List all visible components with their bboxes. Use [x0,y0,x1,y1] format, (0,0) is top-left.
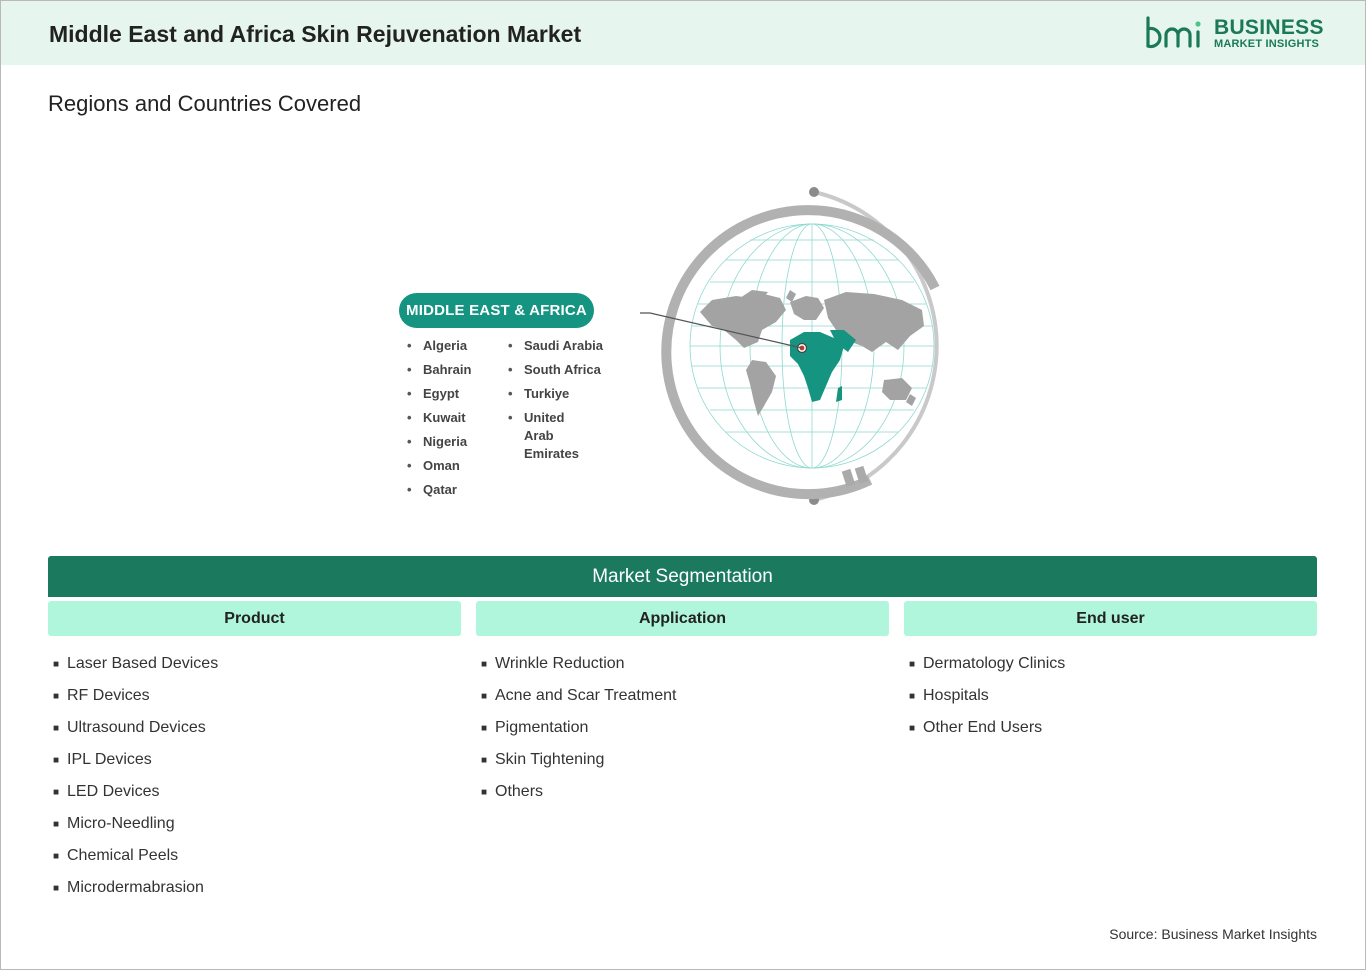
country-item: Oman [401,457,491,475]
region-label-middle-east-africa: MIDDLE EAST & AFRICA [399,293,594,328]
logo-text-market-insights: MARKET INSIGHTS [1214,38,1320,50]
country-item: Qatar [401,481,491,499]
country-item: Bahrain [401,361,491,379]
countries-list-2: Saudi Arabia South Africa Turkiye United… [502,337,622,469]
end-user-list: Dermatology Clinics Hospitals Other End … [909,654,1065,750]
application-item: Skin Tightening [481,750,676,782]
logo-text-business: BUSINESS [1214,16,1324,39]
segment-heading-application: Application [476,601,889,636]
country-item: Nigeria [401,433,491,451]
end-user-item: Hospitals [909,686,1065,718]
product-item: LED Devices [53,782,218,814]
country-item: Kuwait [401,409,491,427]
country-item: Egypt [401,385,491,403]
end-user-item: Dermatology Clinics [909,654,1065,686]
bmi-logo-icon [1146,16,1201,49]
product-item: Chemical Peels [53,846,218,878]
country-item: Algeria [401,337,491,355]
product-item: Laser Based Devices [53,654,218,686]
market-segmentation-title: Market Segmentation [48,556,1317,597]
application-item: Pigmentation [481,718,676,750]
application-list: Wrinkle Reduction Acne and Scar Treatmen… [481,654,676,814]
product-item: Microdermabrasion [53,878,218,910]
segment-heading-product: Product [48,601,461,636]
regions-subtitle: Regions and Countries Covered [48,91,362,116]
application-item: Wrinkle Reduction [481,654,676,686]
country-item: Turkiye [502,385,622,403]
application-item: Others [481,782,676,814]
product-item: Ultrasound Devices [53,718,218,750]
end-user-item: Other End Users [909,718,1065,750]
product-item: RF Devices [53,686,218,718]
product-item: IPL Devices [53,750,218,782]
globe-illustration [640,187,940,505]
source-note: Source: Business Market Insights [1109,926,1317,942]
countries-list-1: Algeria Bahrain Egypt Kuwait Nigeria Oma… [401,337,491,505]
application-item: Acne and Scar Treatment [481,686,676,718]
product-list: Laser Based Devices RF Devices Ultrasoun… [53,654,218,910]
country-item: Saudi Arabia [502,337,622,355]
product-item: Micro-Needling [53,814,218,846]
country-item: United Arab Emirates [502,409,592,463]
country-item: South Africa [502,361,622,379]
segment-heading-end-user: End user [904,601,1317,636]
bmi-logo: BUSINESS MARKET INSIGHTS [1144,14,1324,54]
page-title: Middle East and Africa Skin Rejuvenation… [49,21,582,47]
